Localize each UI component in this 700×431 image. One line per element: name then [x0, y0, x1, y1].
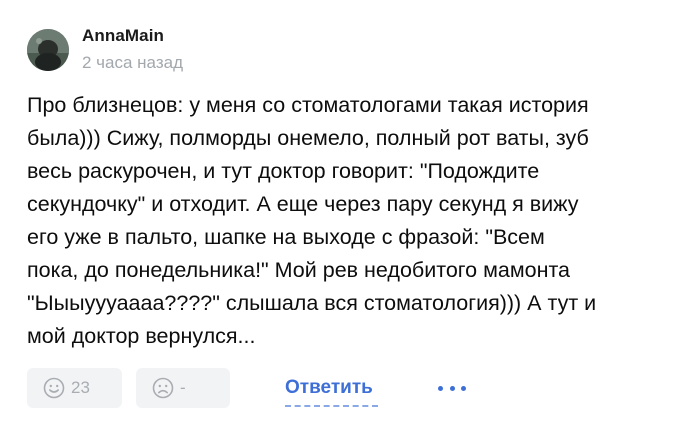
like-count: 23	[71, 378, 90, 397]
avatar-image	[27, 29, 69, 71]
like-button[interactable]: 23	[27, 368, 122, 408]
comment-card: AnnaMain 2 часа назад Про близнецов: у м…	[0, 0, 700, 431]
dot	[449, 385, 455, 391]
author-name[interactable]: AnnaMain	[82, 26, 164, 46]
comment-timestamp: 2 часа назад	[82, 53, 183, 72]
comment-text: Про близнецов: у меня со стоматологами т…	[27, 93, 597, 348]
frown-icon	[152, 377, 174, 399]
smile-icon	[43, 377, 65, 399]
dot	[461, 385, 466, 391]
comment-actions: 23 - Ответить	[0, 368, 700, 410]
avatar[interactable]	[27, 29, 69, 71]
dot	[438, 385, 443, 391]
reply-button[interactable]: Ответить	[285, 377, 373, 399]
reply-underline	[285, 405, 378, 407]
dislike-count: -	[180, 378, 186, 397]
more-dots-icon[interactable]	[438, 380, 466, 396]
dislike-button[interactable]: -	[136, 368, 230, 408]
